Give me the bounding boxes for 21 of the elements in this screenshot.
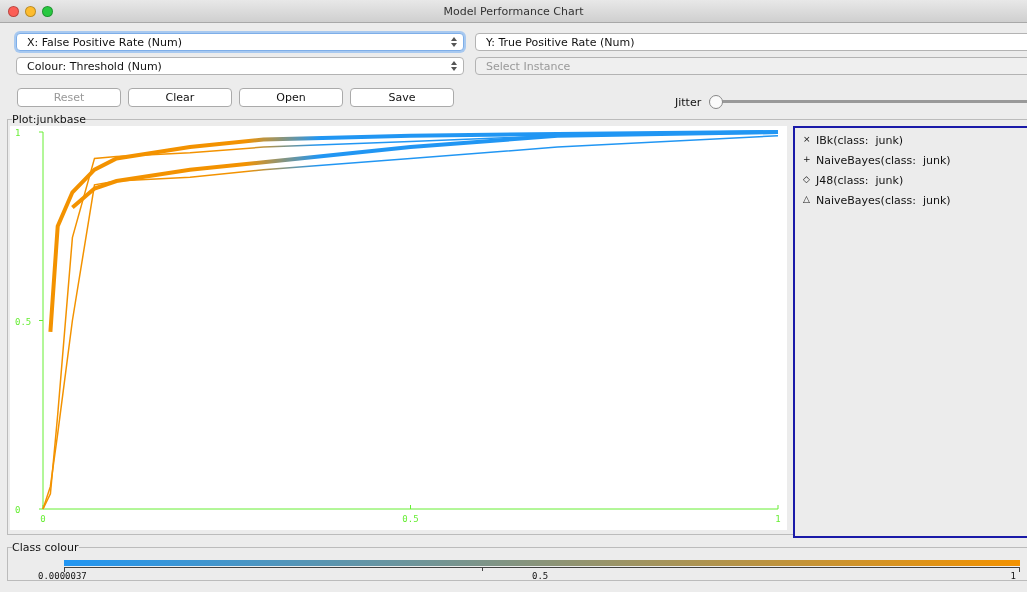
x-tick-label: 0.5 [402, 514, 419, 524]
marker-symbol: + [803, 154, 811, 166]
jitter-label: Jitter [675, 95, 702, 109]
marker-symbol: ◇ [803, 174, 811, 186]
scale-label: 1 [1010, 571, 1016, 581]
marker-symbol: × [803, 134, 811, 146]
plot-title: Plot:junkbase [12, 113, 87, 126]
x-tick-label: 1 [775, 514, 781, 524]
class-colour-title: Class colour [12, 541, 79, 554]
legend-label: J48(class: junk) [816, 174, 904, 187]
x-tick-label: 0 [40, 514, 46, 524]
legend-label: NaiveBayes(class: junk) [816, 154, 951, 167]
y-tick-label: 0.5 [15, 316, 32, 327]
y-tick-label: 0 [15, 505, 21, 515]
y-tick-label: 1 [15, 128, 21, 138]
legend-label: IBk(class: junk) [816, 134, 904, 147]
marker-symbol: △ [803, 194, 811, 206]
legend-label: NaiveBayes(class: junk) [816, 194, 951, 207]
scale-label: 0.0000037 [38, 571, 87, 581]
scale-label: 0.5 [532, 571, 549, 581]
window-title: Model Performance Chart [443, 4, 584, 18]
